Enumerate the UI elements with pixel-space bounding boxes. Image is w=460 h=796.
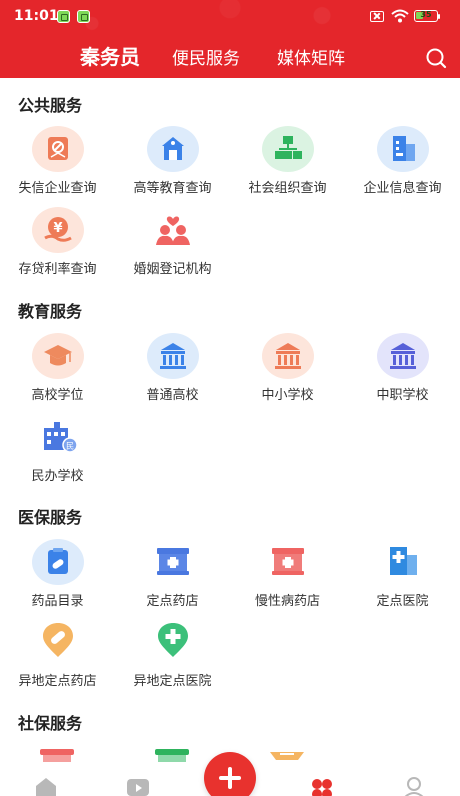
service-item-label: 定点医院	[376, 594, 429, 609]
service-item-label: 中小学校	[261, 388, 314, 403]
service-item-chronic-pharmacy[interactable]: 慢性病药店	[230, 539, 345, 619]
service-item-dishonest-enterprise[interactable]: 失信企业查询	[0, 126, 115, 206]
service-item-designated-pharmacy[interactable]: 定点药店	[115, 539, 230, 619]
college-pillars-icon	[145, 333, 200, 379]
service-item-label: 企业信息查询	[363, 181, 442, 196]
notification-icon	[77, 10, 90, 23]
section-title-public-services: 公共服务	[18, 96, 83, 115]
blocked-enterprise-icon	[30, 126, 85, 172]
battery-level-text: 35	[420, 10, 432, 19]
service-item-label: 药品目录	[31, 594, 84, 609]
search-icon[interactable]	[424, 46, 448, 70]
vocational-pillars-icon	[375, 333, 430, 379]
service-item-primary-secondary-school[interactable]: 中小学校	[230, 333, 345, 413]
company-building-icon	[375, 126, 430, 172]
service-item-regular-college[interactable]: 普通高校	[115, 333, 230, 413]
section-title-education-services: 教育服务	[18, 302, 83, 321]
battery-icon: 35	[414, 10, 438, 22]
top-tab-bar: 秦务员 便民服务 媒体矩阵	[0, 36, 460, 74]
couple-heart-icon	[145, 207, 200, 253]
service-item-label: 中职学校	[376, 388, 429, 403]
service-item-label: 高校学位	[31, 388, 84, 403]
notification-icon	[57, 10, 70, 23]
tab-media-matrix[interactable]: 媒体矩阵	[277, 44, 345, 69]
service-item-label: 存贷利率查询	[18, 262, 97, 277]
yen-coin-icon: ¥	[30, 207, 85, 253]
school-pillars-icon	[260, 333, 315, 379]
service-item-deposit-loan-rate[interactable]: ¥ 存贷利率查询	[0, 207, 115, 287]
service-item-university-degree[interactable]: 高校学位	[0, 333, 115, 413]
university-building-icon	[145, 126, 200, 172]
video-icon[interactable]	[126, 776, 150, 796]
battery-tip	[438, 14, 440, 19]
section-title-medical-insurance: 医保服务	[18, 508, 83, 527]
pharmacy-store-icon	[145, 539, 200, 585]
svg-text:¥: ¥	[53, 221, 62, 236]
app-header: 11:01 35 秦务员 便民服务 媒体矩阵	[0, 0, 460, 78]
service-item-label: 高等教育查询	[133, 181, 212, 196]
status-time: 11:01	[14, 8, 59, 24]
service-item-label: 民办学校	[31, 469, 84, 484]
org-chart-icon	[260, 126, 315, 172]
service-item-label: 社会组织查询	[248, 181, 327, 196]
services-icon[interactable]	[310, 776, 334, 796]
profile-icon[interactable]	[402, 776, 426, 796]
service-item-remote-hospital[interactable]: 异地定点医院	[115, 619, 230, 699]
service-item-higher-education[interactable]: 高等教育查询	[115, 126, 230, 206]
private-school-icon: 民	[30, 414, 85, 460]
remote-hospital-pin-icon	[145, 619, 200, 665]
add-button[interactable]	[204, 752, 256, 796]
service-item-label: 异地定点医院	[133, 674, 212, 689]
home-icon[interactable]	[34, 776, 58, 796]
service-item-remote-pharmacy[interactable]: 异地定点药店	[0, 619, 115, 699]
status-bar: 11:01 35	[0, 0, 460, 32]
tab-convenience-services[interactable]: 便民服务	[172, 44, 240, 69]
app-screen: 11:01 35 秦务员 便民服务 媒体矩阵 公共服务 失信企业查询 高等教育查…	[0, 0, 460, 796]
service-item-company-info[interactable]: 企业信息查询	[345, 126, 460, 206]
service-item-label: 普通高校	[146, 388, 199, 403]
service-item-label: 失信企业查询	[18, 181, 97, 196]
section-title-social-security: 社保服务	[18, 714, 83, 733]
service-item-social-organization[interactable]: 社会组织查询	[230, 126, 345, 206]
graduation-cap-icon	[30, 333, 85, 379]
tab-qinwuyuan[interactable]: 秦务员	[80, 41, 140, 70]
service-item-medicine-catalog[interactable]: 药品目录	[0, 539, 115, 619]
service-item-marriage-registry[interactable]: 婚姻登记机构	[115, 207, 230, 287]
medicine-list-icon	[30, 539, 85, 585]
svg-text:民: 民	[66, 442, 74, 451]
no-sim-icon	[370, 11, 384, 22]
service-item-vocational-school[interactable]: 中职学校	[345, 333, 460, 413]
service-list: 公共服务 失信企业查询 高等教育查询 社会组织查询 企业信息查询 ¥ 存贷利率查…	[0, 78, 460, 762]
service-item-private-school[interactable]: 民 民办学校	[0, 414, 115, 494]
service-item-label: 异地定点药店	[18, 674, 97, 689]
chronic-pharmacy-icon	[260, 539, 315, 585]
service-item-label: 定点药店	[146, 594, 199, 609]
service-item-designated-hospital[interactable]: 定点医院	[345, 539, 460, 619]
remote-pharmacy-pin-icon	[30, 619, 85, 665]
service-item-label: 婚姻登记机构	[133, 262, 212, 277]
service-item-label: 慢性病药店	[254, 594, 320, 609]
hospital-icon	[375, 539, 430, 585]
wifi-icon	[391, 9, 409, 23]
